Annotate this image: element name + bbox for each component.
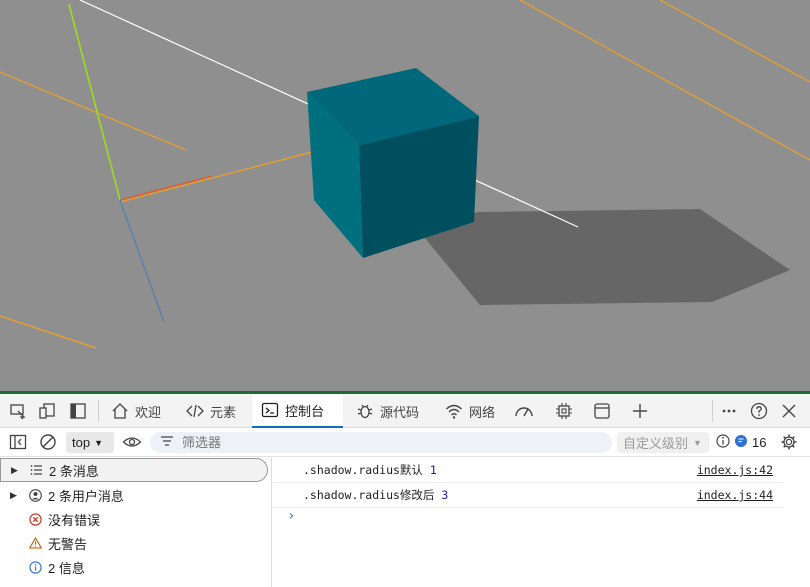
console-prompt[interactable]: › xyxy=(287,508,295,524)
sidebar-toggle-icon[interactable] xyxy=(7,431,29,453)
filter-field[interactable] xyxy=(150,432,612,453)
sidebar-item-user-messages[interactable]: ▶ 2 条用户消息 xyxy=(0,483,268,507)
inspect-icon[interactable] xyxy=(7,400,29,422)
scene-viewport[interactable] xyxy=(0,0,810,393)
plus-icon xyxy=(630,401,650,421)
context-selector[interactable]: top ▼ xyxy=(66,432,114,453)
cpu-icon xyxy=(554,401,574,421)
sidebar-item-messages[interactable]: ▶ 2 条消息 xyxy=(0,458,268,482)
user-icon xyxy=(26,488,44,502)
tab-label: 控制台 xyxy=(285,403,325,419)
home-icon xyxy=(110,401,130,421)
sidebar-item-label: 2 信息 xyxy=(48,560,85,576)
sidebar-item-errors[interactable]: 没有错误 xyxy=(0,507,268,531)
tab-network[interactable]: 网络 xyxy=(436,394,503,428)
add-tab-button[interactable] xyxy=(622,394,658,428)
console-messages: .shadow.radius默认 1 index.js:42 .shadow.r… xyxy=(273,458,810,587)
tab-label: 元素 xyxy=(210,404,237,420)
clear-console-icon[interactable] xyxy=(37,431,59,453)
cube-shadow xyxy=(420,209,790,305)
z-axis-line xyxy=(119,199,165,323)
sidebar-item-label: 2 条用户消息 xyxy=(48,488,124,504)
tab-application[interactable] xyxy=(584,394,620,428)
help-icon[interactable] xyxy=(748,400,770,422)
chevron-down-icon: ▼ xyxy=(693,437,702,448)
sidebar-item-label: 无警告 xyxy=(48,536,88,552)
warning-icon xyxy=(26,537,44,549)
message-bubble-icon xyxy=(734,434,748,451)
console-toolbar: top ▼ 自定义级别 ▼ 16 xyxy=(0,428,810,457)
sidebar-item-warnings[interactable]: 无警告 xyxy=(0,531,268,555)
x-axis-line xyxy=(119,175,213,201)
bug-icon xyxy=(355,401,375,421)
message-text: .shadow.radius修改后 xyxy=(303,488,442,502)
console-message: .shadow.radius修改后 3 index.js:44 xyxy=(273,483,783,508)
expand-arrow-icon[interactable]: ▶ xyxy=(10,490,26,501)
application-icon xyxy=(592,401,612,421)
console-sidebar: ▶ 2 条消息 ▶ 2 条用户消息 没有错误 无警告 2 信息 xyxy=(0,458,272,587)
sidebar-item-label: 没有错误 xyxy=(48,512,101,528)
tab-welcome[interactable]: 欢迎 xyxy=(102,394,169,428)
message-value: 3 xyxy=(441,488,449,502)
code-icon xyxy=(185,401,205,421)
list-icon xyxy=(27,464,45,476)
tab-performance[interactable] xyxy=(506,394,542,428)
console-message: .shadow.radius默认 1 index.js:42 xyxy=(273,458,783,483)
error-icon xyxy=(26,512,44,526)
filter-input[interactable] xyxy=(182,435,602,450)
info-icon xyxy=(716,434,730,451)
gear-icon[interactable] xyxy=(778,431,800,453)
tab-label: 源代码 xyxy=(380,404,420,420)
expand-arrow-icon[interactable]: ▶ xyxy=(11,465,27,476)
info-icon xyxy=(26,560,44,574)
filter-icon xyxy=(160,435,174,450)
wifi-icon xyxy=(444,401,464,421)
issues-counter[interactable]: 16 xyxy=(716,432,766,453)
tab-label: 网络 xyxy=(469,404,496,420)
tab-memory[interactable] xyxy=(546,394,582,428)
console-icon xyxy=(260,400,280,420)
sidebar-item-label: 2 条消息 xyxy=(49,463,99,479)
source-link[interactable]: index.js:44 xyxy=(697,488,773,502)
device-emulation-icon[interactable] xyxy=(36,400,58,422)
y-axis-line xyxy=(68,3,121,201)
chevron-down-icon: ▼ xyxy=(94,437,103,448)
more-options-icon[interactable] xyxy=(718,400,740,422)
close-icon[interactable] xyxy=(778,400,800,422)
log-levels-dropdown[interactable]: 自定义级别 ▼ xyxy=(617,432,709,453)
issue-count: 16 xyxy=(752,435,767,450)
tab-sources[interactable]: 源代码 xyxy=(347,394,427,428)
context-label: top xyxy=(72,435,91,450)
tab-console[interactable]: 控制台 xyxy=(252,394,343,428)
tab-label: 欢迎 xyxy=(135,404,162,420)
devtools-panel: 欢迎 元素 控制台 源代码 网络 top ▼ 筛选器 自定义级别 ▼ 16 ▶ … xyxy=(0,394,810,587)
tabbar-divider xyxy=(98,400,99,422)
message-text: .shadow.radius默认 xyxy=(303,463,430,477)
scene-canvas xyxy=(0,0,810,349)
sidebar-item-info[interactable]: 2 信息 xyxy=(0,555,268,579)
dock-panel-icon[interactable] xyxy=(67,400,89,422)
source-link[interactable]: index.js:42 xyxy=(697,463,773,477)
tab-elements[interactable]: 元素 xyxy=(177,394,244,428)
tabbar-divider xyxy=(712,400,713,422)
live-expression-icon[interactable] xyxy=(121,431,143,453)
devtools-tabbar: 欢迎 元素 控制台 源代码 网络 xyxy=(0,394,810,428)
message-value: 1 xyxy=(429,463,437,477)
performance-icon xyxy=(514,401,534,421)
levels-label: 自定义级别 xyxy=(623,436,689,451)
